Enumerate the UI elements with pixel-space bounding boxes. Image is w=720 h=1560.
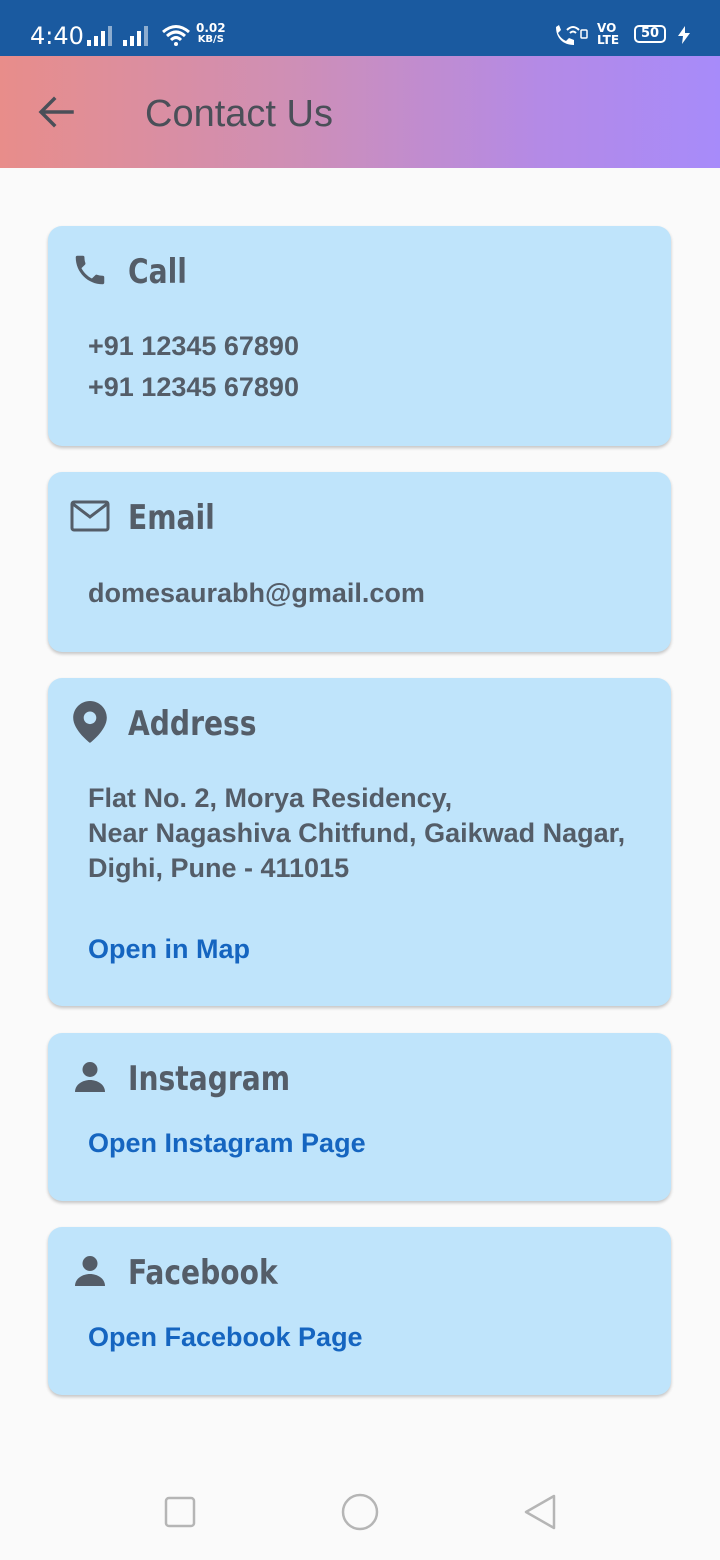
network-speed: 0.02 KB/S: [196, 22, 226, 46]
address-line-3: Dighi, Pune - 411015: [88, 853, 350, 883]
instagram-card: Instagram Open Instagram Page: [48, 1033, 671, 1201]
status-bar: 4:40 0.02 KB/S VO LTE 50: [0, 0, 720, 56]
address-line-1: Flat No. 2, Morya Residency,: [88, 783, 453, 813]
back-nav-button[interactable]: [516, 1488, 564, 1536]
facebook-title: Facebook: [128, 1253, 278, 1293]
wifi-icon: [162, 25, 190, 46]
back-button[interactable]: [30, 86, 82, 138]
address-title: Address: [128, 704, 257, 744]
email-card: Email domesaurabh@gmail.com: [48, 472, 671, 652]
system-nav-bar: [0, 1460, 720, 1560]
instagram-title: Instagram: [128, 1059, 291, 1099]
email-title: Email: [128, 498, 215, 538]
recents-square-icon: [164, 1496, 196, 1528]
call-title: Call: [128, 252, 187, 292]
volte-indicator: VO LTE: [597, 22, 619, 46]
volte-bottom: LTE: [597, 33, 620, 47]
location-pin-icon: [70, 701, 110, 743]
phone-number-2[interactable]: +91 12345 67890: [88, 367, 299, 408]
recents-button[interactable]: [156, 1488, 204, 1536]
open-in-map-link[interactable]: Open in Map: [88, 931, 250, 967]
address-card: Address Flat No. 2, Morya Residency, Nea…: [48, 678, 671, 1006]
back-triangle-icon: [524, 1494, 556, 1530]
mail-icon: [70, 496, 110, 536]
battery-indicator: 50: [634, 25, 666, 43]
arrow-left-icon: [38, 96, 74, 128]
open-instagram-link[interactable]: Open Instagram Page: [88, 1125, 366, 1161]
phone-icon: [70, 250, 110, 290]
app-bar: Contact Us: [0, 56, 720, 168]
email-address[interactable]: domesaurabh@gmail.com: [88, 573, 425, 614]
call-card: Call +91 12345 67890 +91 12345 67890: [48, 226, 671, 446]
status-time: 4:40: [30, 22, 84, 50]
person-icon: [70, 1057, 110, 1097]
open-facebook-link[interactable]: Open Facebook Page: [88, 1319, 363, 1355]
person-icon: [70, 1251, 110, 1291]
address-line-2: Near Nagashiva Chitfund, Gaikwad Nagar,: [88, 818, 626, 848]
signal-icon-2: [123, 26, 148, 46]
charging-icon: [678, 26, 690, 44]
signal-icon: [87, 26, 112, 46]
home-circle-icon: [341, 1493, 379, 1531]
network-speed-unit: KB/S: [197, 34, 224, 45]
facebook-card: Facebook Open Facebook Page: [48, 1227, 671, 1395]
phone-number-1[interactable]: +91 12345 67890: [88, 326, 299, 367]
home-button[interactable]: [336, 1488, 384, 1536]
wifi-call-icon: [556, 25, 588, 45]
network-speed-value: 0.02: [196, 21, 226, 35]
page-title: Contact Us: [145, 93, 333, 135]
